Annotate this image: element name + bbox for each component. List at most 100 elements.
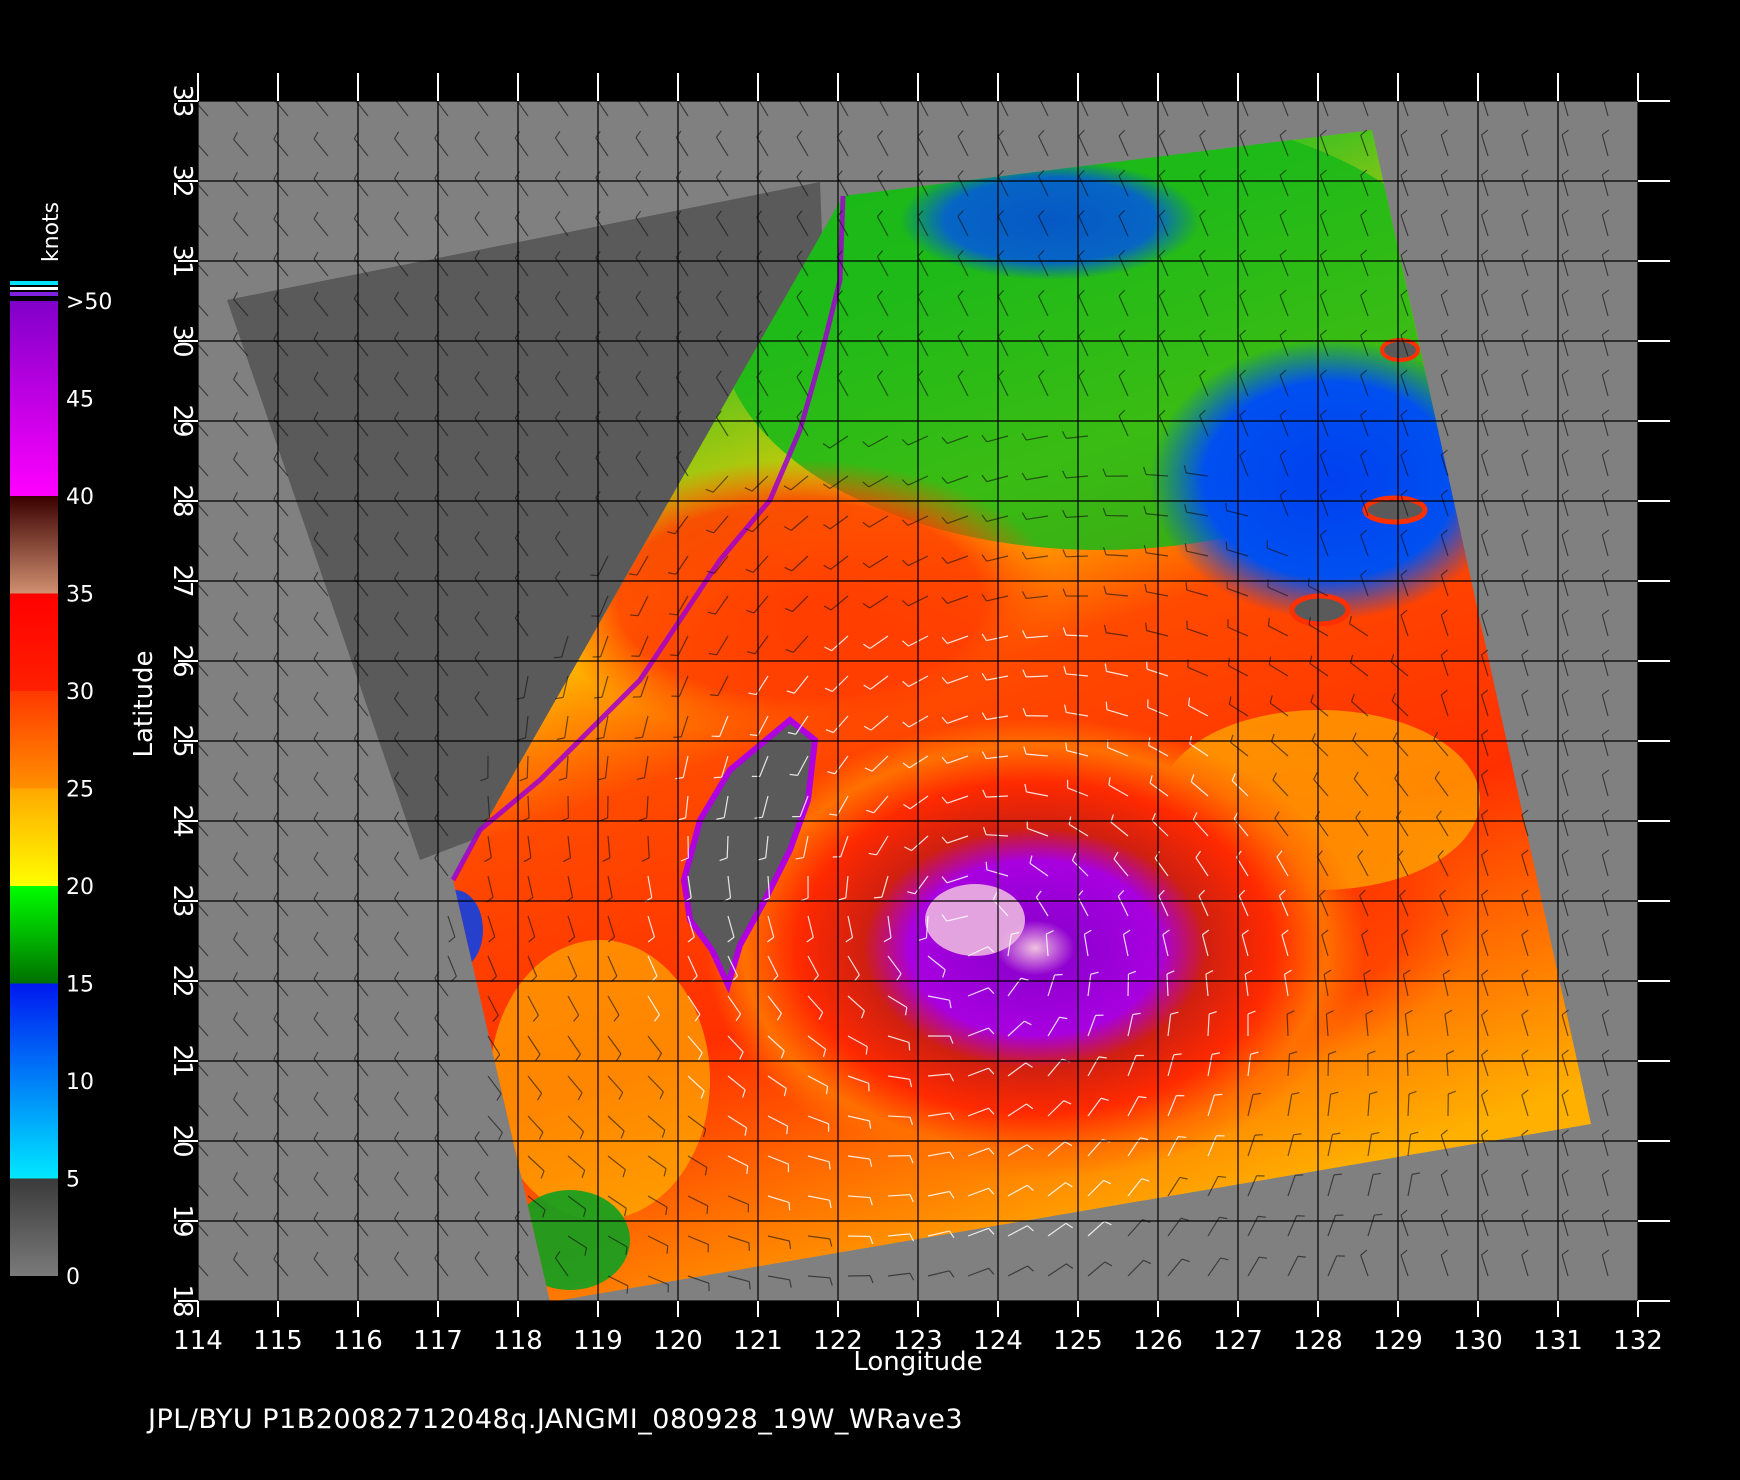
wind-barb-flag xyxy=(193,932,197,939)
wind-barb-flag xyxy=(1039,90,1044,96)
wind-barb-flag xyxy=(1441,90,1447,95)
wind-barb-flag xyxy=(1320,90,1326,95)
wind-barb-flag xyxy=(788,1202,791,1211)
lat-tick-label: 30 xyxy=(167,324,197,357)
wind-barb-flag xyxy=(193,132,197,139)
colorbar-band xyxy=(10,1178,58,1276)
wind-barb-flag xyxy=(1267,617,1270,626)
lat-tick-label: 23 xyxy=(167,884,197,917)
lon-tick-label: 119 xyxy=(573,1326,623,1356)
lat-tick-label: 32 xyxy=(167,164,197,197)
wind-barb-flag xyxy=(1307,577,1310,587)
wind-barb-flag xyxy=(630,614,639,617)
lon-tick-label: 114 xyxy=(173,1326,223,1356)
wind-barb-flag xyxy=(555,91,559,98)
lon-tick-label: 126 xyxy=(1133,1326,1183,1356)
lat-tick-label: 20 xyxy=(167,1124,197,1157)
colorbar-band xyxy=(10,691,58,789)
wind-barb-flag xyxy=(193,212,197,219)
colorbar-tick-label: 15 xyxy=(66,973,94,998)
wind-barb-flag xyxy=(193,1012,197,1019)
lat-tick-label: 24 xyxy=(167,804,197,837)
wind-barb-flag xyxy=(1079,90,1085,96)
wind-barb-flag xyxy=(193,1172,197,1179)
wind-barb-flag xyxy=(193,292,197,299)
wind-barb-flag xyxy=(670,654,679,657)
lon-tick-label: 132 xyxy=(1613,1326,1663,1356)
lat-tick-label: 18 xyxy=(167,1284,197,1317)
colorbar-tick-label: >50 xyxy=(66,290,112,315)
lon-tick-label: 127 xyxy=(1213,1326,1263,1356)
colorbar-bands xyxy=(10,301,58,1276)
wind-barb-flag xyxy=(590,574,599,577)
colorbar: knots >50 45 40 35 30 25 20 15 10 5 0 xyxy=(10,202,112,1290)
lat-tick-label: 29 xyxy=(167,404,197,437)
colorbar-tick-label: 45 xyxy=(66,388,94,413)
product-caption: JPL/BYU P1B20082712048q.JANGMI_080928_19… xyxy=(148,1404,964,1435)
wind-barb-flag xyxy=(1280,90,1286,95)
lon-tick-label: 118 xyxy=(493,1326,543,1356)
wind-barb-flag xyxy=(193,852,197,859)
wind-barb-flag xyxy=(193,612,197,619)
lat-tick-label: 33 xyxy=(167,84,197,117)
wind-barb-flag xyxy=(746,1165,749,1174)
wind-barb-flag xyxy=(713,776,722,779)
wind-barb-flag xyxy=(985,861,988,870)
wind-barb-flag xyxy=(706,1205,709,1214)
wind-barb-flag xyxy=(193,1092,197,1099)
lon-tick-label: 129 xyxy=(1373,1326,1423,1356)
wind-barb-flag xyxy=(626,1285,629,1294)
wind-barb-flag xyxy=(1119,90,1125,96)
wind-barb-flag xyxy=(1562,90,1568,95)
wind-barb-flag xyxy=(1297,1255,1306,1258)
colorbar-tick-label: 0 xyxy=(66,1265,80,1290)
colorbar-band xyxy=(10,301,58,496)
wind-barb-flag xyxy=(1225,541,1228,550)
colorbar-tick-label: 20 xyxy=(66,875,94,900)
colorbar-tick-labels: >50 45 40 35 30 25 20 15 10 5 0 xyxy=(66,290,112,1290)
wind-barb-flag xyxy=(1257,1215,1267,1218)
lon-tick-label: 115 xyxy=(253,1326,303,1356)
wind-barb-flag xyxy=(636,91,641,98)
colorbar-band xyxy=(10,983,58,1179)
wind-barb-flag xyxy=(1159,90,1165,96)
colorbar-band xyxy=(10,496,58,594)
wind-barb-flag xyxy=(553,656,562,659)
colorbar-top-stripe-white xyxy=(10,287,58,290)
lat-tick-label: 27 xyxy=(167,564,197,597)
x-axis-label: Longitude xyxy=(853,1347,982,1377)
lat-tick-label: 28 xyxy=(167,484,197,517)
wind-barb-flag xyxy=(1214,1093,1223,1096)
wind-barb-flag xyxy=(234,92,238,99)
lat-tick-label: 25 xyxy=(167,724,197,757)
colorbar-top-stripe-cyan xyxy=(10,281,58,285)
wind-barb-flag xyxy=(1482,90,1488,95)
colorbar-tick-label: 25 xyxy=(66,778,94,803)
wind-barb-flag xyxy=(1240,90,1246,95)
wind-barb-flag xyxy=(193,532,197,539)
lon-tick-label: 130 xyxy=(1453,1326,1503,1356)
wind-barb-flag xyxy=(193,452,197,459)
colorbar-band xyxy=(10,788,58,886)
wind-barb-flag xyxy=(998,90,1003,96)
wind-barb-flag xyxy=(193,692,197,699)
wind-barb-flag xyxy=(1361,90,1367,95)
colorbar-band xyxy=(10,593,58,691)
lon-tick-label: 131 xyxy=(1533,1326,1583,1356)
lon-tick-label: 125 xyxy=(1053,1326,1103,1356)
wind-barb xyxy=(1327,1053,1330,1077)
wind-barb-flag xyxy=(475,92,479,99)
wind-barb-flag xyxy=(877,91,882,97)
wind-barb-flag xyxy=(873,896,882,899)
lat-tick-label: 19 xyxy=(167,1204,197,1237)
wind-barb-flag xyxy=(786,1125,789,1135)
wind-barb-flag xyxy=(797,91,802,97)
wind-barb-flag xyxy=(1401,90,1407,95)
wind-barb-flag xyxy=(1602,90,1608,95)
colorbar-tick-label: 35 xyxy=(66,583,94,608)
wind-barb-flag xyxy=(193,372,197,379)
colorbar-unit-label: knots xyxy=(39,202,64,262)
wind-barb-flag xyxy=(1374,1213,1383,1216)
wind-barb-flag xyxy=(716,91,721,97)
wind-barb xyxy=(526,755,529,779)
